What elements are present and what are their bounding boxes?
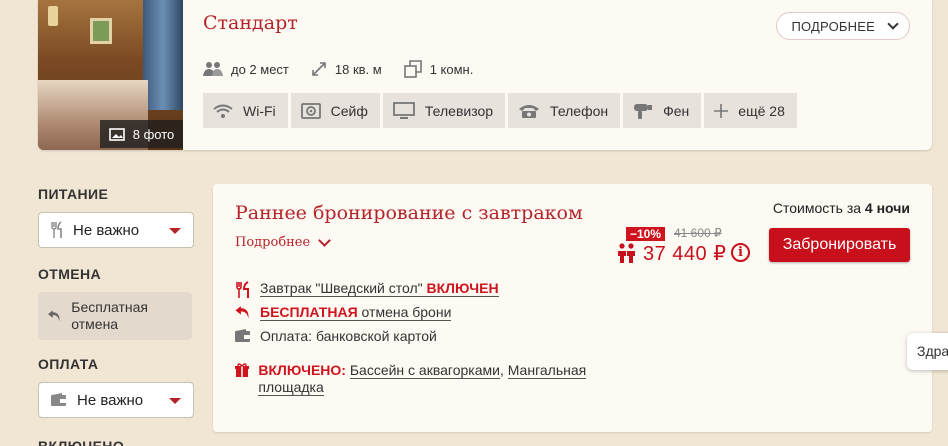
- payment-heading: ОПЛАТА: [38, 356, 99, 372]
- chevron-down-icon: [318, 233, 332, 247]
- fork-knife-icon: [51, 221, 62, 238]
- photo-lamp: [48, 6, 58, 26]
- room-params: до 2 мест 18 кв. м 1 комн.: [203, 60, 473, 78]
- photos-count: 8 фото: [132, 126, 175, 142]
- discount-badge: −10%: [626, 227, 666, 241]
- included-heading: ВКЛЮЧЕНО: [38, 438, 125, 446]
- breakfast-status: ВКЛЮЧЕН: [426, 280, 499, 296]
- people-icon: [203, 62, 223, 76]
- included-item-pool[interactable]: Бассейн с аквагорками: [349, 362, 500, 379]
- resize-icon: [312, 62, 326, 76]
- food-select[interactable]: Не важно: [38, 212, 194, 248]
- offer-details-toggle[interactable]: Подробнее: [235, 233, 332, 250]
- price-block: −10% 41 600 ₽ 37 440 ₽ i: [617, 226, 757, 266]
- offer-card: Раннее бронирование с завтраком Подробне…: [213, 184, 932, 432]
- room-photo[interactable]: 8 фото: [38, 0, 183, 150]
- feature-cancel: БЕСПЛАТНАЯ отмена брони: [235, 304, 615, 328]
- amenity-phone-label: Телефон: [550, 102, 609, 119]
- feature-included: ВКЛЮЧЕНО: Бассейн с аквагорками, Мангаль…: [235, 362, 615, 396]
- wallet-icon: [235, 329, 251, 342]
- photo-window: [143, 0, 183, 110]
- param-area-label: 18 кв. м: [334, 61, 382, 77]
- amenity-safe-label: Сейф: [330, 102, 368, 119]
- undo-icon: [48, 310, 60, 322]
- cancel-status: БЕСПЛАТНАЯ: [260, 304, 358, 320]
- payment-text: Оплата: банковской картой: [260, 328, 437, 344]
- plus-icon: [714, 103, 729, 118]
- amenity-safe[interactable]: Сейф: [290, 93, 380, 128]
- tv-icon: [393, 102, 415, 119]
- amenity-more-label: ещё 28: [738, 102, 785, 119]
- param-guests-label: до 2 мест: [231, 61, 289, 77]
- cancel-link[interactable]: БЕСПЛАТНАЯ отмена брони: [260, 304, 452, 321]
- hairdryer-icon: [634, 103, 653, 119]
- offer-details-label: Подробнее: [235, 235, 311, 250]
- payment-select[interactable]: Не важно: [38, 382, 194, 418]
- free-cancel-option[interactable]: Бесплатная отмена: [38, 292, 192, 340]
- fork-knife-icon: [236, 281, 249, 298]
- old-price: 41 600 ₽: [674, 226, 722, 240]
- new-price: 37 440 ₽: [643, 243, 727, 265]
- chat-tooltip[interactable]: Здра: [907, 333, 948, 370]
- breakfast-text: Завтрак "Шведский стол": [260, 280, 423, 296]
- room-more-button[interactable]: ПОДРОБНЕЕ: [776, 12, 910, 40]
- offer-features: Завтрак "Шведский стол" ВКЛЮЧЕН БЕСПЛАТН…: [235, 280, 615, 396]
- room-card: 8 фото Стандарт ПОДРОБНЕЕ до 2 мест 18 к…: [38, 0, 932, 150]
- cost-prefix: Стоимость за: [772, 200, 862, 216]
- amenity-phone[interactable]: Телефон: [508, 93, 621, 128]
- cost-nights: 4 ночи: [864, 200, 910, 216]
- amenities-list: Wi-Fi Сейф Телевизор Телефон Фен ещё 28: [203, 93, 797, 128]
- feature-payment: Оплата: банковской картой: [235, 328, 615, 352]
- image-icon: [108, 127, 125, 141]
- cancel-heading: ОТМЕНА: [38, 266, 102, 282]
- safe-icon: [300, 102, 321, 119]
- amenity-hairdryer-label: Фен: [663, 102, 690, 119]
- phone-icon: [519, 104, 540, 118]
- gift-icon: [235, 363, 250, 377]
- photos-badge[interactable]: 8 фото: [100, 120, 183, 148]
- wifi-icon: [213, 104, 233, 118]
- filters-sidebar: ПИТАНИЕ Не важно ОТМЕНА Бесплатная отмен…: [38, 186, 194, 446]
- book-button[interactable]: Забронировать: [769, 228, 910, 262]
- rooms-icon: [403, 60, 422, 78]
- amenity-hairdryer[interactable]: Фен: [623, 93, 702, 128]
- cost-label: Стоимость за 4 ночи: [773, 200, 910, 216]
- photo-frame: [90, 18, 112, 44]
- amenity-wifi[interactable]: Wi-Fi: [203, 93, 288, 128]
- undo-icon: [235, 306, 249, 319]
- free-cancel-label: Бесплатная отмена: [71, 299, 148, 332]
- amenity-more[interactable]: ещё 28: [704, 93, 797, 128]
- wallet-icon: [51, 393, 67, 406]
- room-more-label: ПОДРОБНЕЕ: [791, 18, 875, 34]
- caret-down-icon: [169, 228, 181, 234]
- param-guests: до 2 мест: [203, 61, 289, 77]
- info-icon[interactable]: i: [731, 243, 750, 262]
- offer-title: Раннее бронирование с завтраком: [235, 202, 583, 224]
- param-area: 18 кв. м: [311, 61, 382, 77]
- chevron-down-icon: [887, 18, 899, 30]
- breakfast-link[interactable]: Завтрак "Шведский стол" ВКЛЮЧЕН: [260, 280, 499, 297]
- amenity-tv-label: Телевизор: [424, 102, 494, 119]
- room-title[interactable]: Стандарт: [203, 12, 298, 34]
- cancel-text: отмена брони: [361, 304, 452, 320]
- amenity-wifi-label: Wi-Fi: [243, 102, 276, 119]
- two-guests-icon: [618, 243, 635, 263]
- food-select-value: Не важно: [73, 221, 140, 239]
- param-rooms: 1 комн.: [403, 60, 474, 78]
- param-rooms-label: 1 комн.: [429, 61, 474, 77]
- food-heading: ПИТАНИЕ: [38, 186, 109, 202]
- payment-select-value: Не важно: [77, 391, 144, 409]
- amenity-tv[interactable]: Телевизор: [382, 93, 506, 128]
- included-label: ВКЛЮЧЕНО:: [258, 362, 346, 378]
- caret-down-icon: [169, 398, 181, 404]
- feature-breakfast: Завтрак "Шведский стол" ВКЛЮЧЕН: [235, 280, 615, 304]
